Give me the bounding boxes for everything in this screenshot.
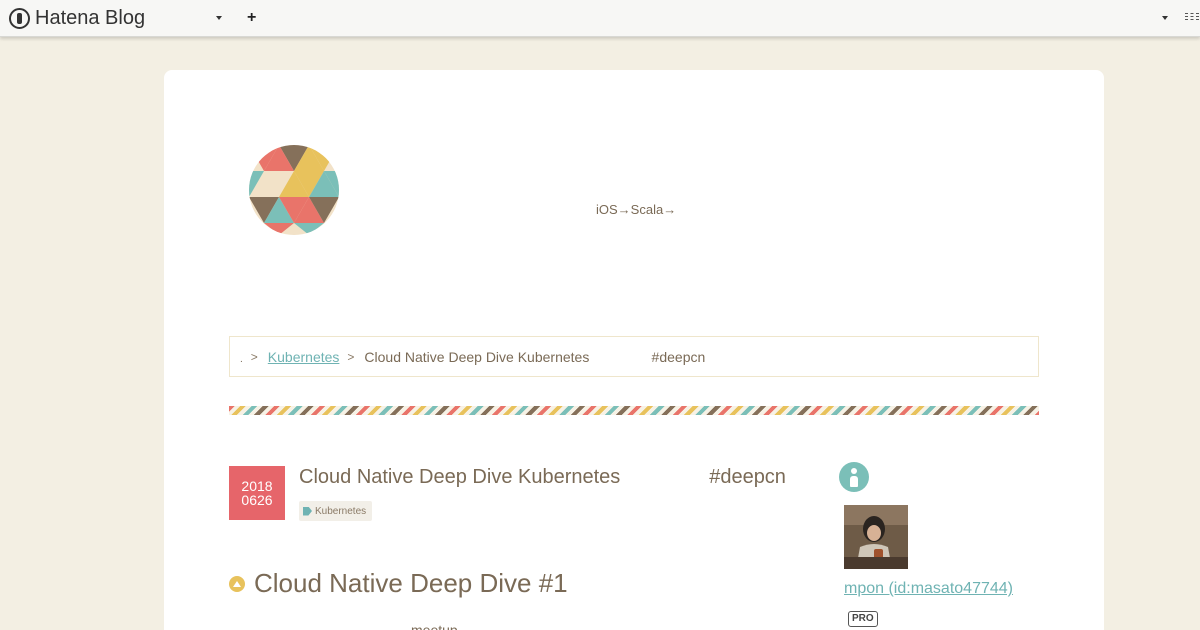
entry-date-monthday: 0626 bbox=[241, 492, 273, 508]
blog-container: iOS→Scala→ . > Kubernetes > Cloud Native… bbox=[164, 70, 1104, 630]
breadcrumb-home-link[interactable]: . bbox=[240, 354, 243, 365]
breadcrumb-separator: > bbox=[347, 349, 355, 364]
heading-bullet-icon bbox=[229, 576, 245, 592]
breadcrumb-category-link[interactable]: Kubernetes bbox=[268, 349, 340, 365]
loading-icon bbox=[1185, 13, 1199, 23]
user-menu-dropdown-icon[interactable] bbox=[1162, 16, 1168, 20]
entry-date-year: 2018 bbox=[241, 478, 273, 494]
tag-icon bbox=[303, 506, 312, 516]
breadcrumb-separator: > bbox=[250, 349, 258, 364]
entry-category-label: Kubernetes bbox=[315, 505, 367, 517]
decorative-stripe-divider bbox=[229, 406, 1039, 415]
author-name-link[interactable]: mpon (id:masato47744) bbox=[844, 580, 1013, 598]
entry-title[interactable]: Cloud Native Deep Dive Kubernetes #deepc… bbox=[299, 466, 786, 489]
blog-logo[interactable] bbox=[249, 145, 339, 235]
hatena-blog-logo[interactable]: Hatena Blog bbox=[9, 7, 145, 29]
breadcrumb: . > Kubernetes > Cloud Native Deep Dive … bbox=[229, 336, 1039, 377]
hatena-logo-icon bbox=[9, 7, 30, 29]
brand-text: Hatena Blog bbox=[35, 6, 146, 29]
blog-tagline: iOS→Scala→ bbox=[596, 202, 677, 217]
pro-badge: PRO bbox=[848, 611, 878, 627]
entry-body-text: meetup bbox=[411, 622, 458, 630]
dropdown-icon[interactable] bbox=[216, 16, 222, 20]
section-heading: Cloud Native Deep Dive #1 bbox=[254, 568, 568, 598]
breadcrumb-current: Cloud Native Deep Dive Kubernetes #deepc… bbox=[364, 348, 706, 365]
profile-icon bbox=[839, 462, 869, 492]
global-header: Hatena Blog + bbox=[0, 0, 1200, 37]
entry-date-badge[interactable]: 2018 0626 bbox=[229, 466, 285, 520]
author-avatar[interactable] bbox=[844, 505, 908, 569]
plus-icon[interactable]: + bbox=[247, 9, 256, 27]
entry-category-tag[interactable]: Kubernetes bbox=[299, 501, 373, 521]
